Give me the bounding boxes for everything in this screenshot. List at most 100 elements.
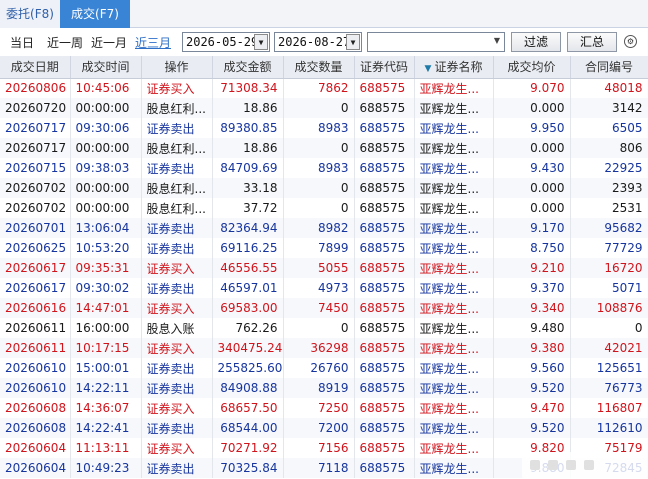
filter-combo[interactable]: ▼: [367, 32, 505, 52]
cell-average-price: 9.520: [493, 418, 571, 438]
cell-trade-amount: 18.86: [212, 138, 284, 158]
cell-average-price: 9.480: [493, 318, 571, 338]
cell-operation: 证券买入: [141, 438, 213, 458]
col-average-price[interactable]: 成交均价: [493, 56, 571, 79]
cell-security-name: 亚辉龙生...: [414, 358, 494, 378]
cell-trade-date: 20260608: [0, 418, 71, 438]
cell-trade-quantity: 8983: [283, 118, 355, 138]
gear-icon[interactable]: ⚙: [624, 35, 637, 48]
range-three-months[interactable]: 近三月: [135, 34, 171, 51]
cell-trade-date: 20260701: [0, 218, 71, 238]
col-trade-amount[interactable]: 成交金额: [212, 56, 284, 79]
table-row[interactable]: 20260702 00:00:00 股息红利... 33.18 0 688575 亚辉龙生.…: [0, 178, 648, 198]
range-month[interactable]: 近一月: [91, 34, 127, 51]
cell-operation: 证券买入: [141, 398, 213, 418]
cell-average-price: 9.340: [493, 298, 571, 318]
table-row[interactable]: 20260608 14:36:07 证券买入 68657.50 7250 688575 亚辉…: [0, 398, 648, 418]
cell-operation: 股息入账: [141, 318, 213, 338]
chevron-down-icon[interactable]: ▼: [494, 36, 500, 45]
cell-operation: 证券买入: [141, 298, 213, 318]
cell-trade-quantity: 0: [283, 178, 355, 198]
col-security-code[interactable]: 证券代码: [354, 56, 415, 79]
end-date-picker[interactable]: 2026-08-27 ▼: [274, 32, 362, 52]
cell-operation: 证券卖出: [141, 158, 213, 178]
cell-trade-amount: 762.26: [212, 318, 284, 338]
col-operation[interactable]: 操作: [141, 56, 213, 79]
cell-trade-quantity: 0: [283, 318, 355, 338]
chevron-down-icon[interactable]: ▼: [346, 34, 360, 50]
cell-security-code: 688575: [354, 258, 415, 278]
range-week[interactable]: 近一周: [47, 34, 83, 51]
cell-security-name: 亚辉龙生...: [414, 198, 494, 218]
cell-average-price: 0.000: [493, 98, 571, 118]
cell-trade-date: 20260608: [0, 398, 71, 418]
decor-icon: [530, 460, 540, 470]
table-row[interactable]: 20260625 10:53:20 证券卖出 69116.25 7899 688575 亚辉…: [0, 238, 648, 258]
table-row[interactable]: 20260611 16:00:00 股息入账 762.26 0 688575 亚辉龙生...…: [0, 318, 648, 338]
table-row[interactable]: 20260701 13:06:04 证券卖出 82364.94 8982 688575 亚辉…: [0, 218, 648, 238]
table-row[interactable]: 20260610 14:22:11 证券卖出 84908.88 8919 688575 亚辉…: [0, 378, 648, 398]
table-row[interactable]: 20260610 15:00:01 证券卖出 255825.60 26760 688575…: [0, 358, 648, 378]
cell-contract-number: 806: [570, 138, 648, 158]
cell-average-price: 9.070: [493, 78, 571, 98]
cell-security-name: 亚辉龙生...: [414, 98, 494, 118]
cell-security-code: 688575: [354, 318, 415, 338]
table-row[interactable]: 20260617 09:30:02 证券卖出 46597.01 4973 688575 亚辉…: [0, 278, 648, 298]
cell-security-code: 688575: [354, 458, 415, 478]
col-trade-date[interactable]: 成交日期: [0, 56, 71, 79]
cell-contract-number: 6505: [570, 118, 648, 138]
cell-contract-number: 95682: [570, 218, 648, 238]
col-trade-time[interactable]: 成交时间: [70, 56, 142, 79]
cell-operation: 股息红利...: [141, 98, 213, 118]
table-row[interactable]: 20260715 09:38:03 证券卖出 84709.69 8983 688575 亚辉…: [0, 158, 648, 178]
trades-table: 成交日期 成交时间 操作 成交金额 成交数量 证券代码 ▼ 证券名称 成交均价 合…: [0, 56, 648, 478]
triangle-down-icon: ▼: [424, 64, 432, 75]
cell-trade-amount: 18.86: [212, 98, 284, 118]
toolbar: 当日 近一周 近一月 近三月 2026-05-29 ▼ 2026-08-27 ▼…: [0, 28, 648, 56]
cell-security-name: 亚辉龙生...: [414, 78, 494, 98]
cell-trade-date: 20260717: [0, 118, 71, 138]
table-row[interactable]: 20260702 00:00:00 股息红利... 37.72 0 688575 亚辉龙生.…: [0, 198, 648, 218]
cell-trade-quantity: 7899: [283, 238, 355, 258]
tab-bar: 委托(F8) 成交(F7): [0, 0, 648, 28]
cell-contract-number: 22925: [570, 158, 648, 178]
col-contract-number[interactable]: 合同编号: [570, 56, 648, 79]
table-row[interactable]: 20260611 10:17:15 证券买入 340475.24 36298 688575…: [0, 338, 648, 358]
cell-security-code: 688575: [354, 338, 415, 358]
col-trade-quantity[interactable]: 成交数量: [283, 56, 355, 79]
cell-security-code: 688575: [354, 218, 415, 238]
cell-contract-number: 16720: [570, 258, 648, 278]
tab-trades[interactable]: 成交(F7): [60, 0, 130, 28]
cell-trade-date: 20260625: [0, 238, 71, 258]
cell-trade-amount: 68544.00: [212, 418, 284, 438]
cell-trade-time: 14:22:41: [70, 418, 142, 438]
tab-orders[interactable]: 委托(F8): [0, 0, 60, 28]
range-today[interactable]: 当日: [10, 34, 34, 51]
cell-security-code: 688575: [354, 298, 415, 318]
cell-operation: 证券买入: [141, 338, 213, 358]
chevron-down-icon[interactable]: ▼: [254, 34, 268, 50]
start-date-picker[interactable]: 2026-05-29 ▼: [182, 32, 270, 52]
cell-trade-amount: 340475.24: [212, 338, 284, 358]
cell-operation: 证券卖出: [141, 358, 213, 378]
table-row[interactable]: 20260617 09:35:31 证券买入 46556.55 5055 688575 亚辉…: [0, 258, 648, 278]
table-row[interactable]: 20260720 00:00:00 股息红利... 18.86 0 688575 亚辉龙生.…: [0, 98, 648, 118]
table-row[interactable]: 20260806 10:45:06 证券买入 71308.34 7862 688575 亚辉…: [0, 78, 648, 98]
cell-operation: 股息红利...: [141, 198, 213, 218]
cell-trade-time: 10:17:15: [70, 338, 142, 358]
table-row[interactable]: 20260717 09:30:06 证券卖出 89380.85 8983 688575 亚辉…: [0, 118, 648, 138]
col-security-name[interactable]: ▼ 证券名称: [414, 56, 494, 79]
cell-trade-time: 09:30:06: [70, 118, 142, 138]
cell-operation: 证券卖出: [141, 238, 213, 258]
table-row[interactable]: 20260608 14:22:41 证券卖出 68544.00 7200 688575 亚辉…: [0, 418, 648, 438]
cell-security-name: 亚辉龙生...: [414, 338, 494, 358]
cell-contract-number: 3142: [570, 98, 648, 118]
summary-button[interactable]: 汇总: [567, 32, 617, 52]
cell-trade-date: 20260717: [0, 138, 71, 158]
table-row[interactable]: 20260616 14:47:01 证券买入 69583.00 7450 688575 亚辉…: [0, 298, 648, 318]
filter-button[interactable]: 过滤: [511, 32, 561, 52]
cell-trade-amount: 255825.60: [212, 358, 284, 378]
table-row[interactable]: 20260717 00:00:00 股息红利... 18.86 0 688575 亚辉龙生.…: [0, 138, 648, 158]
cell-trade-time: 10:49:23: [70, 458, 142, 478]
cell-contract-number: 112610: [570, 418, 648, 438]
